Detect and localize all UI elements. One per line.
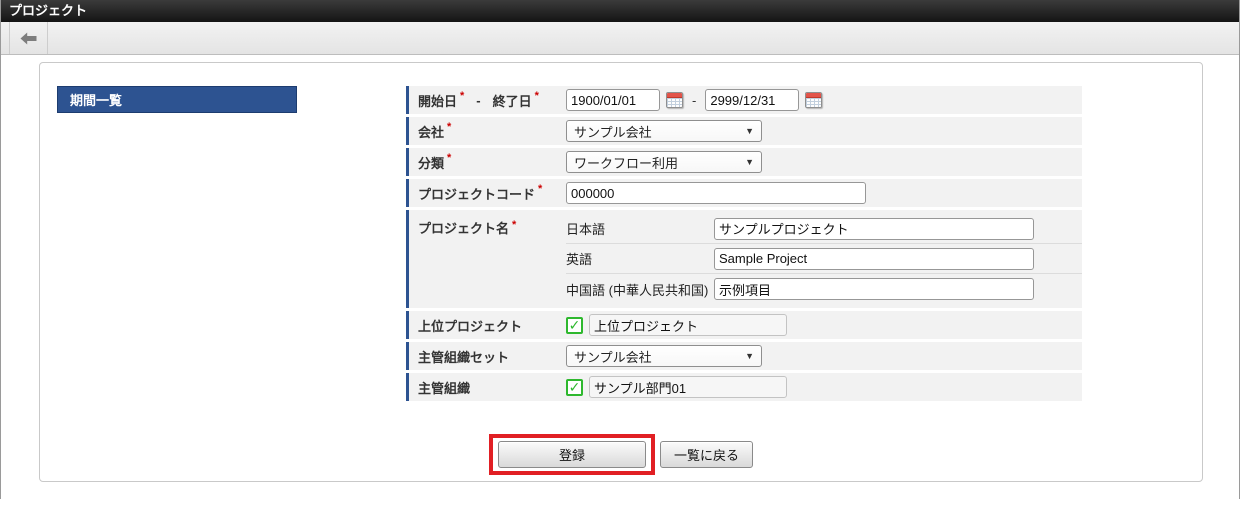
form-row-org: 主管組織 ✓ [406,373,1082,401]
toolbar [1,22,1239,55]
project-name-subrow-japanese: 日本語 [566,214,1082,244]
chinese-label: 中国語 (中華人民共和国) [566,280,714,299]
required-mark: * [460,86,464,102]
chevron-down-icon: ▼ [745,126,754,136]
project-code-label: プロジェクトコード [418,184,535,203]
english-label: 英語 [566,249,714,268]
section-header-label: 期間一覧 [70,90,122,109]
form-row-project-code: プロジェクトコード* [406,179,1082,207]
button-row: 登録 一覧に戻る [40,434,1202,475]
org-set-select[interactable]: サンプル会社 ▼ [566,345,762,367]
org-set-row-field: サンプル会社 ▼ [566,342,1082,370]
company-row-label: 会社* [406,117,566,145]
calendar-icon-grid [667,98,682,107]
form-row-org-set: 主管組織セット サンプル会社 ▼ [406,342,1082,370]
register-button[interactable]: 登録 [498,441,646,468]
parent-project-row-label: 上位プロジェクト [406,311,566,339]
project-name-row-label: プロジェクト名* [406,210,566,308]
calendar-icon[interactable] [666,92,683,108]
project-name-row-field: 日本語 英語 中国語 (中華人民共和国) [566,210,1082,308]
project-code-row-label: プロジェクトコード* [406,179,566,207]
org-row-field: ✓ [566,373,1082,401]
required-mark: * [512,218,516,231]
org-label: 主管組織 [418,378,470,397]
company-row-field: サンプル会社 ▼ [566,117,1082,145]
section-header-period-list: 期間一覧 [57,86,297,113]
org-set-select-value: サンプル会社 [574,347,652,366]
parent-project-input[interactable] [589,314,787,336]
back-button[interactable] [9,22,48,54]
period-row-label: 開始日* - 終了日* [406,86,566,114]
project-code-input[interactable] [566,182,866,204]
category-row-label: 分類* [406,148,566,176]
period-value-dash: - [692,93,696,108]
chevron-down-icon: ▼ [745,351,754,361]
project-name-japanese-input[interactable] [714,218,1034,240]
required-mark: * [538,179,542,195]
company-select-value: サンプル会社 [574,122,652,141]
period-label-dash: - [476,93,480,108]
project-form: 開始日* - 終了日* - 会社* [406,86,1082,404]
project-name-label: プロジェクト名 [418,218,509,237]
period-row-field: - [566,86,1082,114]
app-window: プロジェクト 期間一覧 開始日* - 終了日* [0,0,1240,499]
project-name-subrow-english: 英語 [566,244,1082,274]
end-date-label: 終了日 [493,91,532,110]
content-area: 期間一覧 開始日* - 終了日* - [1,62,1239,506]
back-to-list-button[interactable]: 一覧に戻る [660,441,753,468]
category-label: 分類 [418,153,444,172]
end-date-input[interactable] [705,89,799,111]
category-select[interactable]: ワークフロー利用 ▼ [566,151,762,173]
page-title: プロジェクト [9,3,87,18]
parent-project-row-field: ✓ [566,311,1082,339]
chevron-down-icon: ▼ [745,157,754,167]
checkbox-checked-icon[interactable]: ✓ [566,317,583,334]
org-set-row-label: 主管組織セット [406,342,566,370]
start-date-input[interactable] [566,89,660,111]
calendar-icon-grid [806,98,821,107]
project-name-english-input[interactable] [714,248,1034,270]
project-name-subrow-chinese: 中国語 (中華人民共和国) [566,274,1082,304]
start-date-label: 開始日 [418,91,457,110]
org-row-label: 主管組織 [406,373,566,401]
company-label: 会社 [418,122,444,141]
back-arrow-icon [20,32,37,45]
form-row-company: 会社* サンプル会社 ▼ [406,117,1082,145]
highlight-annotation-box: 登録 [489,434,655,475]
form-row-parent-project: 上位プロジェクト ✓ [406,311,1082,339]
required-mark: * [447,117,451,133]
org-set-label: 主管組織セット [418,347,509,366]
form-row-project-name: プロジェクト名* 日本語 英語 中国語 (中華人民共和国) [406,210,1082,308]
org-input[interactable] [589,376,787,398]
form-row-period: 開始日* - 終了日* - [406,86,1082,114]
checkbox-checked-icon[interactable]: ✓ [566,379,583,396]
form-row-category: 分類* ワークフロー利用 ▼ [406,148,1082,176]
japanese-label: 日本語 [566,219,714,238]
required-mark: * [535,86,539,102]
calendar-icon[interactable] [805,92,822,108]
required-mark: * [447,148,451,164]
title-bar: プロジェクト [1,0,1239,22]
category-select-value: ワークフロー利用 [574,153,678,172]
company-select[interactable]: サンプル会社 ▼ [566,120,762,142]
parent-project-label: 上位プロジェクト [418,316,522,335]
form-panel: 期間一覧 開始日* - 終了日* - [39,62,1203,482]
project-name-chinese-input[interactable] [714,278,1034,300]
project-code-row-field [566,179,1082,207]
category-row-field: ワークフロー利用 ▼ [566,148,1082,176]
